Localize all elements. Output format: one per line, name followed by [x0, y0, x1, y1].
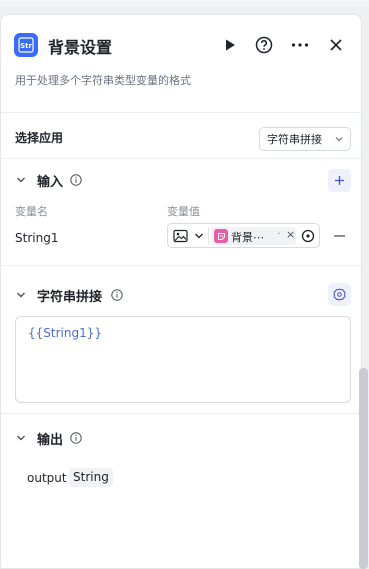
- column-header-name: 变量名: [15, 205, 48, 218]
- collapse-chevron-icon[interactable]: [15, 432, 27, 444]
- select-app-row: 选择应用 字符串拼接: [1, 113, 361, 159]
- run-button[interactable]: [220, 35, 240, 55]
- collapse-chevron-icon[interactable]: [15, 174, 27, 186]
- reference-tag-separator: ·: [277, 227, 281, 240]
- panel-description: 用于处理多个字符串类型变量的格式: [15, 74, 191, 87]
- input-section: 输入 变量名 变量值 String1 背景⋯ · ×: [1, 159, 361, 266]
- node-settings-panel: Str 背景设置 用于处理多个字符串类型变量的格式 选择应用 字符串拼接 输入 …: [0, 14, 362, 569]
- string-app-icon: Str: [14, 33, 38, 57]
- type-chevron-down-icon[interactable]: [194, 231, 204, 241]
- output-title: 输出: [37, 433, 64, 448]
- concat-settings-button[interactable]: [328, 283, 351, 306]
- variable-value-field[interactable]: 背景⋯ · ×: [167, 223, 320, 248]
- output-variable-name: output: [27, 471, 67, 485]
- panel-title: 背景设置: [48, 38, 113, 57]
- panel-scrollbar[interactable]: [359, 368, 368, 569]
- variable-name: String1: [15, 231, 59, 245]
- info-icon[interactable]: [70, 174, 82, 186]
- reference-tag-label: 背景⋯: [231, 231, 264, 244]
- close-icon: [330, 39, 342, 51]
- concat-title: 字符串拼接: [37, 290, 103, 305]
- image-type-icon: [173, 229, 188, 243]
- plus-icon: [335, 176, 344, 185]
- minus-icon: [333, 235, 345, 237]
- concat-template-editor[interactable]: {{String1}}: [15, 316, 351, 403]
- string-concat-section: 字符串拼接 {{String1}}: [1, 266, 361, 414]
- target-icon[interactable]: [301, 229, 315, 243]
- variable-reference-tag[interactable]: 背景⋯ · ×: [211, 227, 296, 245]
- play-icon: [226, 39, 235, 51]
- more-button[interactable]: [290, 35, 310, 55]
- info-icon[interactable]: [70, 432, 82, 444]
- column-header-value: 变量值: [167, 205, 200, 218]
- panel-header: Str 背景设置 用于处理多个字符串类型变量的格式: [1, 15, 361, 113]
- template-text: {{String1}}: [28, 326, 102, 340]
- output-section: 输出 output String: [1, 414, 361, 568]
- info-icon[interactable]: [111, 289, 123, 301]
- chevron-down-icon: [335, 137, 343, 142]
- remove-input-button[interactable]: [332, 229, 346, 243]
- output-type-badge: String: [69, 468, 113, 487]
- svg-text:Str: Str: [20, 42, 32, 50]
- add-input-button[interactable]: [328, 169, 351, 192]
- collapse-chevron-icon[interactable]: [15, 289, 27, 301]
- remove-reference-button[interactable]: ×: [286, 228, 295, 241]
- top-strip: [0, 0, 369, 6]
- gear-icon: [333, 288, 346, 301]
- select-app-label: 选择应用: [15, 131, 64, 145]
- app-select-value: 字符串拼接: [267, 133, 322, 146]
- value-divider: [208, 227, 209, 244]
- app-select[interactable]: 字符串拼接: [259, 127, 351, 151]
- help-circle-icon: [255, 36, 273, 54]
- more-horizontal-icon: [291, 43, 309, 47]
- node-reference-icon: [214, 229, 228, 243]
- input-title: 输入: [37, 175, 64, 190]
- help-button[interactable]: [254, 35, 274, 55]
- close-button[interactable]: [326, 35, 346, 55]
